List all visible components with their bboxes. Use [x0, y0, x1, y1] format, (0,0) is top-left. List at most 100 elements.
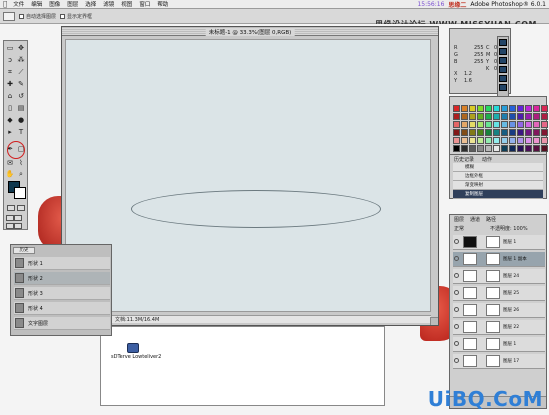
history-row[interactable]: 形状 4 [14, 302, 110, 315]
layer-row[interactable]: 图层 17 [453, 354, 545, 369]
action-row[interactable]: 边框外框 [453, 172, 543, 181]
swatch-cell[interactable] [517, 121, 524, 128]
menu-layer[interactable]: 图层 [67, 0, 78, 8]
dodge-tool-icon[interactable]: ● [16, 115, 26, 125]
history-row[interactable]: 形状 3 [14, 287, 110, 300]
swatch-cell[interactable] [525, 113, 532, 120]
visibility-eye-icon[interactable] [454, 273, 459, 278]
opacity-field[interactable]: 不透明度: 100% [490, 225, 528, 232]
swatch-cell[interactable] [469, 121, 476, 128]
menu-image[interactable]: 图像 [49, 0, 60, 8]
standard-mode-button[interactable] [7, 205, 15, 211]
swatch-cell[interactable] [485, 113, 492, 120]
menu-file[interactable]: 文件 [13, 0, 24, 8]
swatch-cell[interactable] [541, 113, 548, 120]
visibility-eye-icon[interactable] [454, 290, 459, 295]
tab-channels[interactable]: 通道 [470, 216, 480, 223]
swatch-cell[interactable] [477, 145, 484, 152]
swatch-cell[interactable] [509, 137, 516, 144]
swatch-cell[interactable] [485, 121, 492, 128]
swatch-cell[interactable] [541, 105, 548, 112]
swatch-cell[interactable] [493, 137, 500, 144]
magic-wand-tool-icon[interactable]: ⁂ [16, 55, 26, 65]
swatch-cell[interactable] [501, 105, 508, 112]
bounding-box-checkbox[interactable] [60, 13, 66, 19]
canvas[interactable] [65, 39, 431, 312]
swatch-cell[interactable] [477, 137, 484, 144]
visibility-eye-icon[interactable] [454, 307, 459, 312]
swatch-cell[interactable] [453, 137, 460, 144]
tab-history[interactable]: 历史 [13, 247, 35, 254]
menu-view[interactable]: 视图 [121, 0, 132, 8]
blend-mode-select[interactable]: 正常 [454, 225, 464, 232]
move-tool-icon[interactable]: ✥ [16, 43, 26, 53]
swatch-cell[interactable] [485, 129, 492, 136]
finder-window[interactable]: sDTerve Lowteliver2 [100, 326, 385, 406]
visibility-eye-icon[interactable] [454, 341, 459, 346]
swatch-cell[interactable] [501, 121, 508, 128]
swatch-cell[interactable] [509, 129, 516, 136]
swatch-cell[interactable] [477, 113, 484, 120]
slice-tool-icon[interactable]: ⟋ [16, 67, 26, 77]
swatch-cell[interactable] [541, 137, 548, 144]
swatch-cell[interactable] [517, 129, 524, 136]
layer-row[interactable]: 图层 25 [453, 286, 545, 301]
tab-paths[interactable]: 路径 [486, 216, 496, 223]
swatch-cell[interactable] [541, 121, 548, 128]
swatch-cell[interactable] [517, 113, 524, 120]
swatch-cell[interactable] [533, 113, 540, 120]
resize-handle[interactable] [430, 317, 438, 325]
swatch-cell[interactable] [493, 145, 500, 152]
crop-tool-icon[interactable]: ⌗ [5, 67, 15, 77]
history-row[interactable]: 形状 1 [14, 257, 110, 270]
swatch-cell[interactable] [533, 121, 540, 128]
swatch-cell[interactable] [461, 113, 468, 120]
tab-layers[interactable]: 图层 [454, 216, 464, 223]
application-menu[interactable]: Adobe Photoshop® 6.0.1 [470, 1, 546, 8]
tool-preset-button[interactable] [3, 11, 15, 21]
color-icon[interactable] [499, 57, 507, 64]
auto-select-checkbox[interactable] [19, 13, 24, 19]
document-title-bar[interactable]: 未标题-1 @ 33.3%(图层 0,RGB) [62, 27, 438, 36]
layer-row[interactable]: 图层 1 [453, 235, 545, 250]
swatch-cell[interactable] [525, 105, 532, 112]
history-brush-icon[interactable]: ↺ [16, 91, 26, 101]
swatch-cell[interactable] [477, 105, 484, 112]
screen-mode-standard-button[interactable] [6, 215, 14, 221]
paragraph-icon[interactable] [499, 84, 507, 91]
swatch-cell[interactable] [501, 129, 508, 136]
swatch-cell[interactable] [509, 121, 516, 128]
notes-tool-icon[interactable]: ✉ [5, 158, 15, 168]
swatch-cell[interactable] [469, 129, 476, 136]
background-color-swatch[interactable] [14, 187, 26, 199]
swatch-cell[interactable] [501, 137, 508, 144]
swatch-cell[interactable] [533, 129, 540, 136]
swatch-cell[interactable] [517, 105, 524, 112]
action-row[interactable]: 渐变映射 [453, 181, 543, 190]
menu-window[interactable]: 窗口 [139, 0, 150, 8]
swatch-cell[interactable] [469, 145, 476, 152]
visibility-eye-icon[interactable] [454, 239, 459, 244]
menu-edit[interactable]: 编辑 [31, 0, 42, 8]
screen-mode-full-button[interactable] [6, 223, 14, 229]
swatch-cell[interactable] [525, 137, 532, 144]
swatch-cell[interactable] [453, 145, 460, 152]
gradient-tool-icon[interactable]: ▤ [16, 103, 26, 113]
type-tool-icon[interactable]: T [16, 127, 26, 137]
swatch-cell[interactable] [517, 145, 524, 152]
swatches-icon[interactable] [499, 66, 507, 73]
swatch-cell[interactable] [533, 145, 540, 152]
menu-help[interactable]: 帮助 [157, 0, 168, 8]
menu-filter[interactable]: 滤镜 [103, 0, 114, 8]
swatch-cell[interactable] [485, 105, 492, 112]
jump-to-imageready-button[interactable] [14, 223, 22, 229]
screen-mode-full-menu-button[interactable] [14, 215, 22, 221]
swatch-cell[interactable] [485, 137, 492, 144]
layer-row[interactable]: 图层 26 [453, 303, 545, 318]
swatch-cell[interactable] [509, 105, 516, 112]
swatch-cell[interactable] [525, 145, 532, 152]
layer-row[interactable]: 图层 1 [453, 337, 545, 352]
action-row-selected[interactable]: 复制图层 [453, 190, 543, 199]
swatch-cell[interactable] [501, 145, 508, 152]
swatch-cell[interactable] [469, 113, 476, 120]
